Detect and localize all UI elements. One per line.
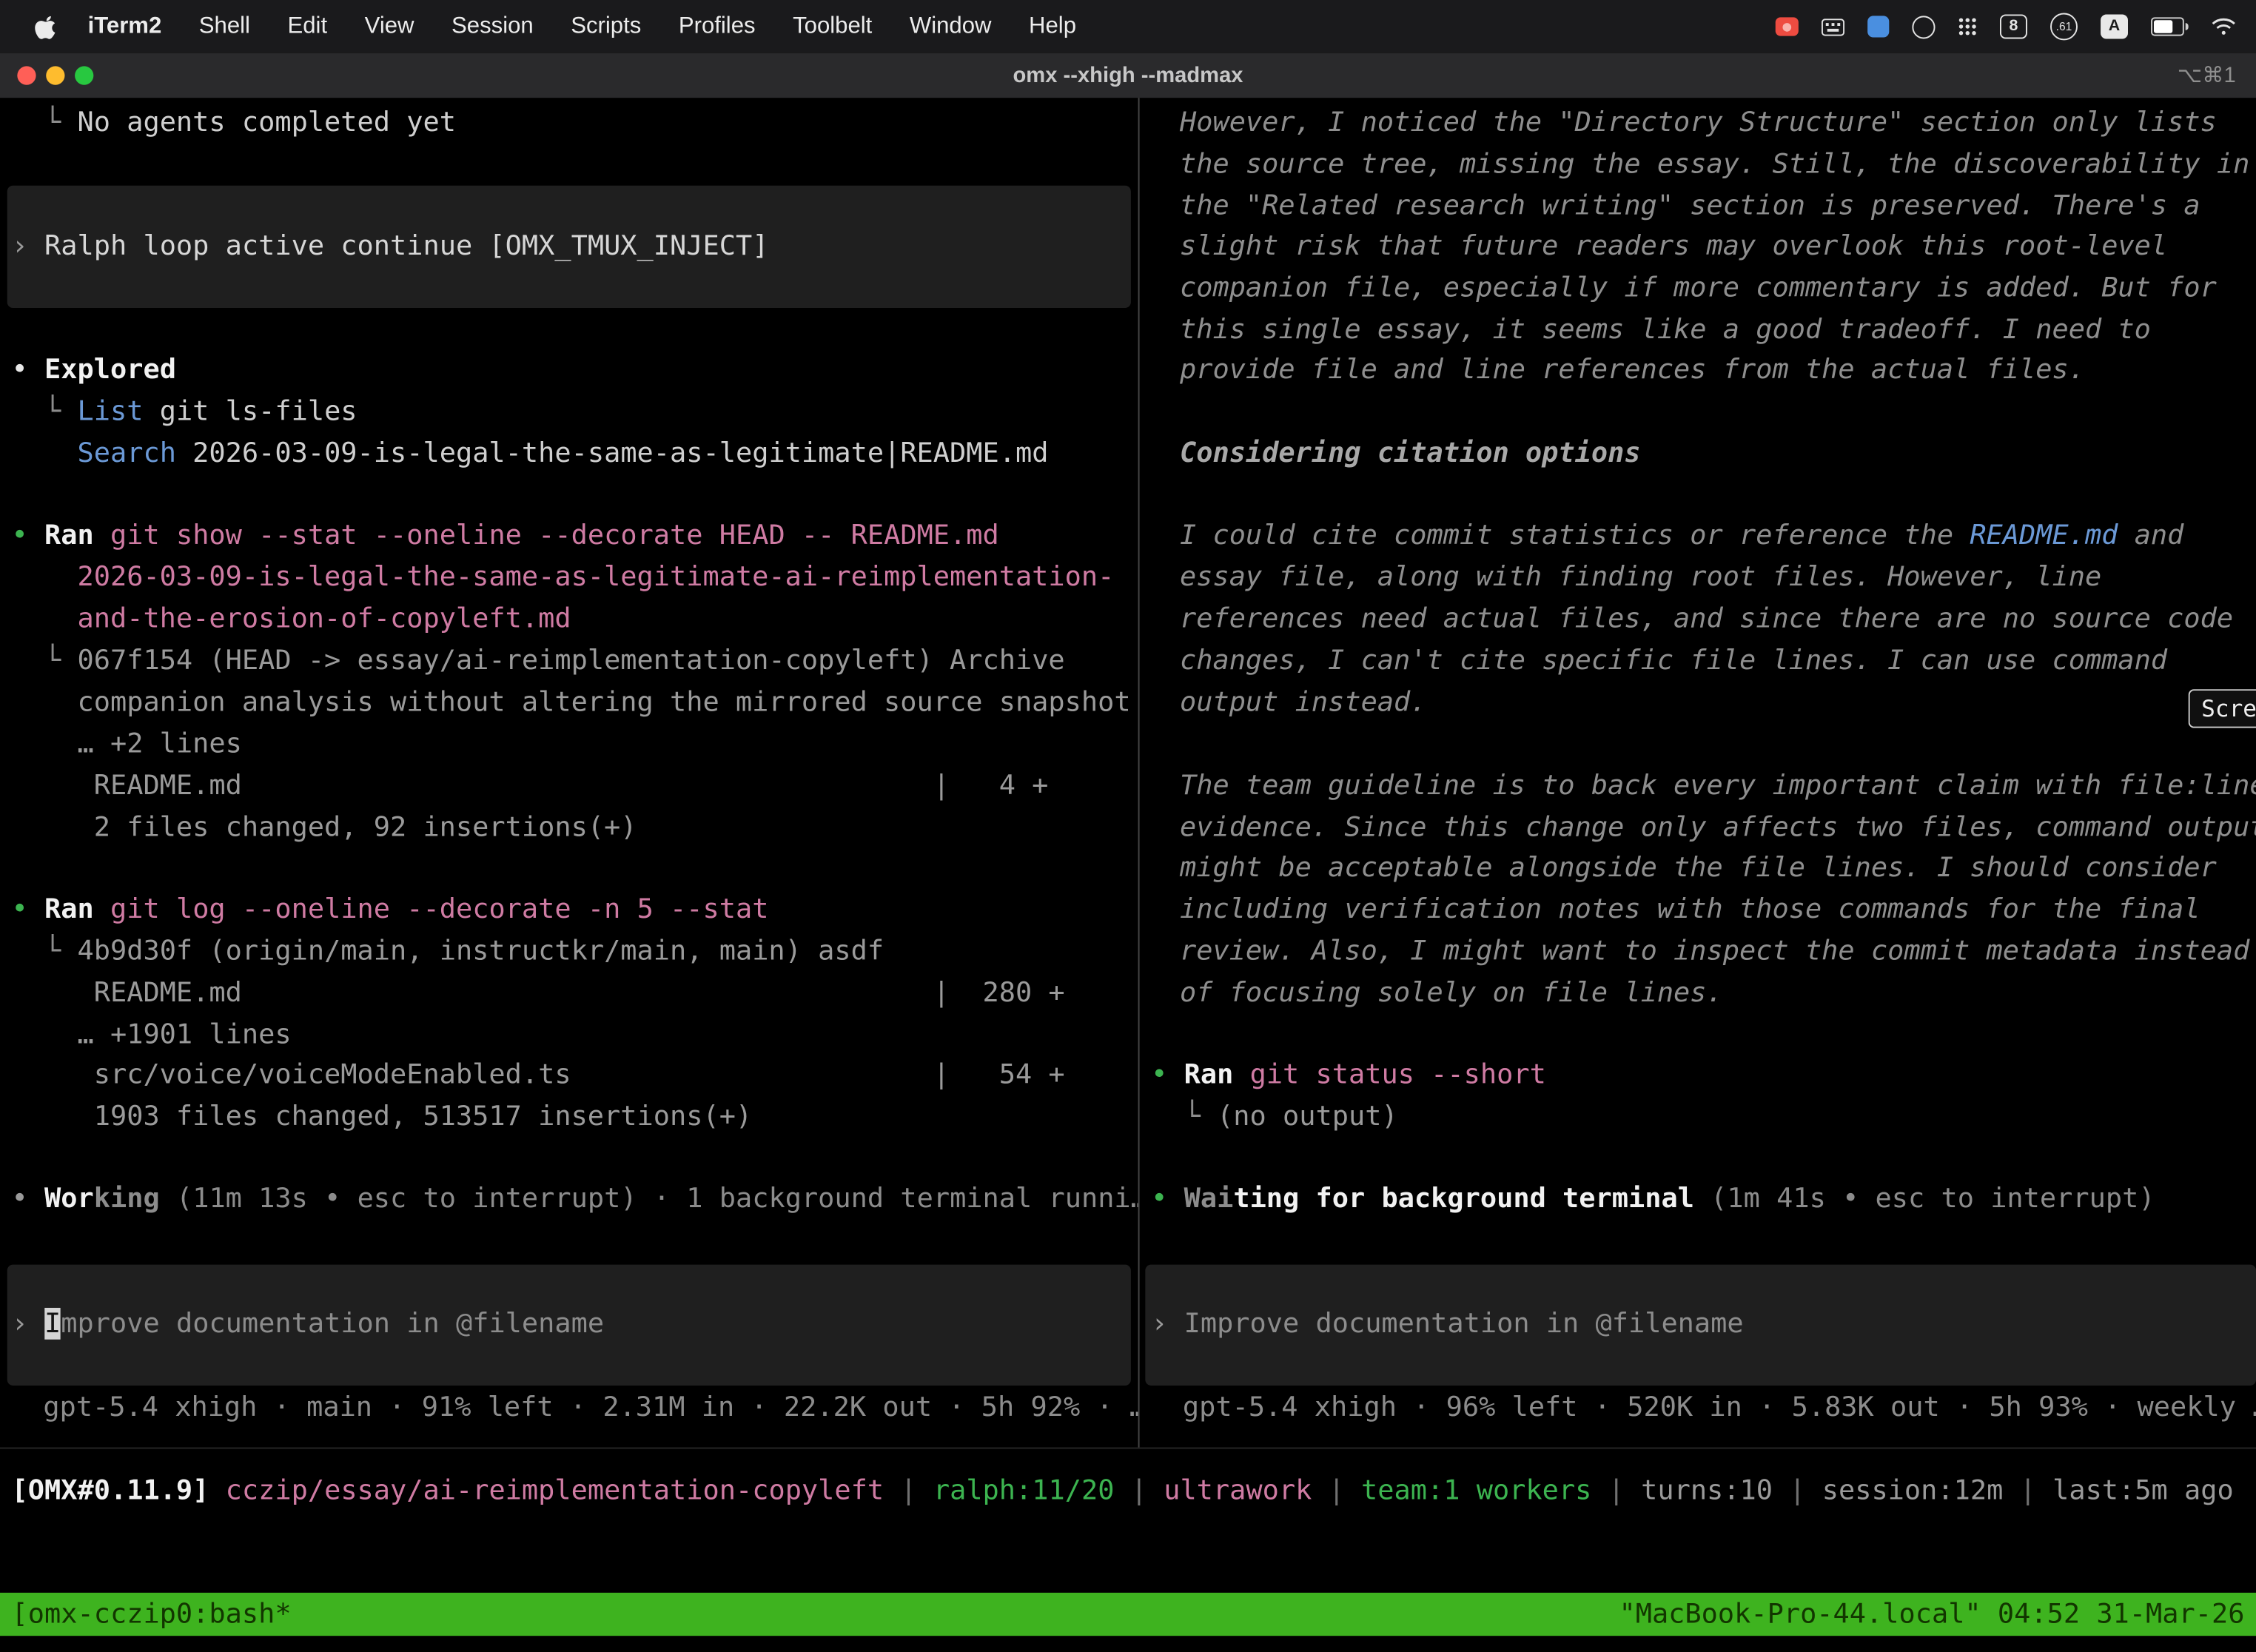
model-status-line: gpt-5.4 xhigh · 96% left · 520K in · 5.8… [1183,1387,2256,1428]
omx-team: team:1 workers [1361,1474,1591,1506]
composer-placeholder[interactable]: › Improve documentation in @filename [1151,1303,1744,1345]
explored-header: • Explored [12,349,176,391]
menu-items: iTerm2 Shell Edit View Session Scripts P… [88,6,1076,47]
clipped-screen-overlay: Scre [2189,689,2256,728]
git-show-output-1: └ 067f154 (HEAD -> essay/ai-reimplementa… [12,640,1065,682]
tmux-session-name: [omx-cczip0:bash* [12,1593,292,1636]
apple-menu-icon[interactable] [35,13,56,39]
status-separator [0,1448,2256,1449]
thinking-section-heading: Considering citation options [1180,433,1641,474]
omx-session: session:12m [1822,1474,2004,1506]
menu-app-name[interactable]: iTerm2 [88,6,162,47]
window-title: omx --xhigh --madmax [0,53,2256,98]
readme-link: README.md [1970,520,2118,551]
thinking-paragraph-line: The team guideline is to back every impo… [1180,765,2256,807]
tmux-host-clock: "MacBook-Pro-44.local" 04:52 31-Mar-26 [1619,1593,2244,1636]
battery-percentage-icon[interactable]: .61 [2050,13,2078,40]
thinking-paragraph-line: I could cite commit statistics or refere… [1180,515,2183,557]
raycast-icon[interactable] [1867,16,1889,37]
right-agent-pane: However, I noticed the "Directory Struct… [1138,98,2256,1447]
git-show-output-4: README.md | 4 + [12,765,1049,807]
menu-edit[interactable]: Edit [288,6,328,47]
menu-view[interactable]: View [365,6,414,47]
thinking-paragraph-line: changes, I can't cite specific file line… [1180,640,2167,682]
thinking-paragraph-line: slight risk that future readers may over… [1180,226,2167,267]
menu-shell[interactable]: Shell [199,6,250,47]
explored-search-line: Search 2026-03-09-is-legal-the-same-as-l… [12,433,1049,474]
model-status-line: gpt-5.4 xhigh · main · 91% left · 2.31M … [43,1387,1138,1428]
menu-bar-status-icons: 8 .61 A [1776,0,2236,53]
git-log-output-2: README.md | 280 + [12,973,1065,1014]
composer-placeholder[interactable]: › Improve documentation in @filename [12,1303,605,1345]
working-status-line: • Working (11m 13s • esc to interrupt) ·… [12,1178,1138,1220]
screen: iTerm2 Shell Edit View Session Scripts P… [0,0,2256,1652]
ran-git-status-header: • Ran git status --short [1151,1055,1546,1096]
menu-bar: iTerm2 Shell Edit View Session Scripts P… [0,0,2256,53]
thinking-paragraph-line: provide file and line references from th… [1180,349,2085,391]
omx-turns: turns:10 [1641,1474,1773,1506]
omx-ralph-counter: ralph:11/20 [933,1474,1115,1506]
thinking-paragraph-line: the source tree, missing the essay. Stil… [1180,144,2249,185]
thinking-paragraph-line: of focusing solely on file lines. [1180,973,1723,1014]
dots-grid-icon[interactable] [1958,17,1977,36]
menu-session[interactable]: Session [451,6,534,47]
git-log-output-1: └ 4b9d30f (origin/main, instructkr/main,… [12,931,884,973]
omx-status-bar: [OMX#0.11.9] cczip/essay/ai-reimplementa… [12,1471,2234,1512]
thinking-paragraph-line: essay file, along with finding root file… [1180,557,2101,598]
menu-help[interactable]: Help [1029,6,1076,47]
window-title-bar[interactable]: omx --xhigh --madmax ⌥⌘1 [0,53,2256,98]
ran-git-show-wrap1: 2026-03-09-is-legal-the-same-as-legitima… [12,557,1115,598]
thinking-paragraph-line: review. Also, I might want to inspect th… [1180,931,2249,973]
browser-icon[interactable] [1912,15,1935,38]
git-show-output-2: companion analysis without altering the … [12,682,1131,723]
input-source-icon[interactable]: A [2101,14,2128,38]
left-agent-pane: └ No agents completed yet › Ralph loop a… [0,98,1138,1447]
menu-scripts[interactable]: Scripts [571,6,641,47]
thinking-paragraph-line: references need actual files, and since … [1180,599,2233,640]
thinking-paragraph-line: companion file, especially if more comme… [1180,268,2217,309]
ran-git-show-header: • Ran git show --stat --oneline --decora… [12,515,999,557]
battery-icon[interactable] [2151,17,2189,36]
tmux-status-bar: [omx-cczip0:bash* "MacBook-Pro-44.local"… [0,1593,2256,1636]
omx-last: last:5m ago [2052,1474,2234,1506]
git-show-output-5: 2 files changed, 92 insertions(+) [12,807,637,849]
inject-banner-text: › Ralph loop active continue [OMX_TMUX_I… [12,226,769,267]
pane-divider[interactable] [1138,98,1140,1447]
wifi-icon[interactable] [2212,17,2236,36]
menu-window[interactable]: Window [910,6,992,47]
no-agents-line: └ No agents completed yet [12,102,456,144]
screen-recording-indicator-icon[interactable] [1776,17,1799,36]
omx-version: [OMX#0.11.9] [12,1474,209,1506]
keyboard-grid-icon[interactable] [1822,18,1844,35]
thinking-paragraph-line: evidence. Since this change only affects… [1180,807,2256,849]
git-log-output-4: src/voice/voiceModeEnabled.ts | 54 + [12,1055,1065,1096]
menu-toolbelt[interactable]: Toolbelt [793,6,872,47]
window-shortcut-badge: ⌥⌘1 [2178,53,2236,98]
thinking-paragraph-line: might be acceptable alongside the file l… [1180,847,2217,889]
thinking-paragraph-line: this single essay, it seems like a good … [1180,309,2151,351]
onepassword-icon[interactable]: 8 [2000,14,2027,38]
git-show-output-3: … +2 lines [12,724,242,765]
thinking-paragraph-line: the "Related research writing" section i… [1180,186,2200,227]
thinking-paragraph-line: including verification notes with those … [1180,889,2200,930]
omx-mode: ultrawork [1164,1474,1312,1506]
waiting-status-line: • Waiting for background terminal (1m 41… [1151,1178,2155,1220]
text-cursor: I [44,1308,61,1340]
git-status-output: └ (no output) [1151,1096,1398,1138]
git-log-output-3: … +1901 lines [12,1014,292,1055]
ran-git-log-header: • Ran git log --oneline --decorate -n 5 … [12,889,769,930]
ran-git-show-wrap2: and-the-erosion-of-copyleft.md [12,599,571,640]
thinking-paragraph-line: However, I noticed the "Directory Struct… [1180,102,2217,144]
thinking-paragraph-line: output instead. [1180,682,1427,723]
git-log-output-5: 1903 files changed, 513517 insertions(+) [12,1096,753,1138]
explored-list-line: └ List git ls-files [12,392,357,433]
menu-profiles[interactable]: Profiles [679,6,756,47]
omx-branch: cczip/essay/ai-reimplementation-copyleft [226,1474,884,1506]
